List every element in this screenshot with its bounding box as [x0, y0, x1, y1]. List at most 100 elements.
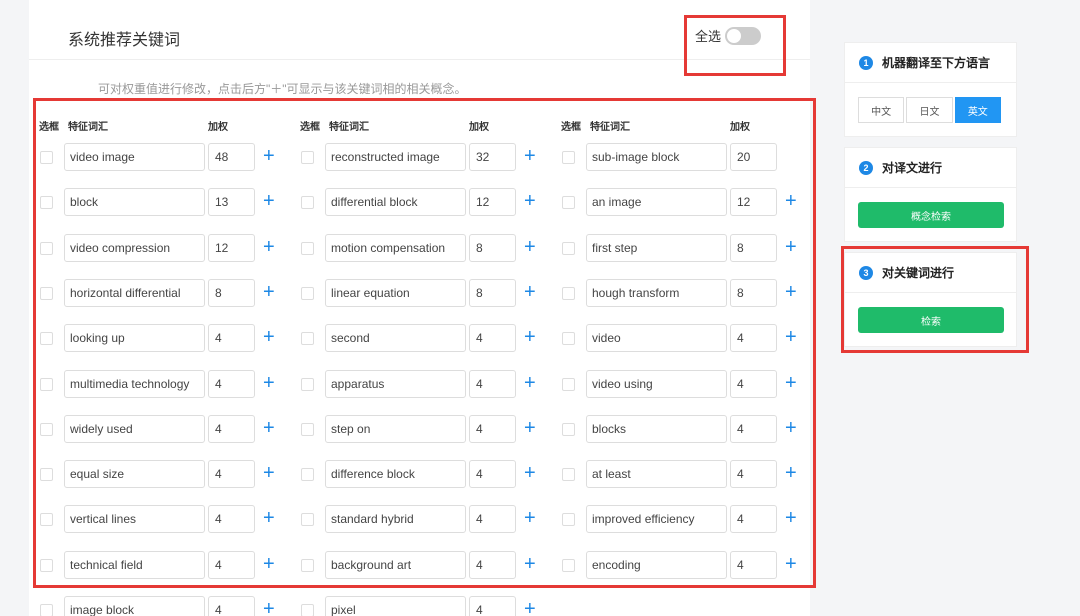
expand-plus-icon[interactable]: + [524, 508, 536, 528]
weight-input[interactable] [730, 370, 777, 398]
keyword-input[interactable] [64, 234, 205, 262]
weight-input[interactable] [730, 188, 777, 216]
weight-input[interactable] [208, 596, 255, 616]
keyword-checkbox[interactable] [301, 378, 314, 391]
keyword-input[interactable] [325, 596, 466, 616]
expand-plus-icon[interactable]: + [263, 463, 275, 483]
weight-input[interactable] [730, 415, 777, 443]
expand-plus-icon[interactable]: + [524, 554, 536, 574]
keyword-checkbox[interactable] [301, 151, 314, 164]
keyword-checkbox[interactable] [562, 196, 575, 209]
expand-plus-icon[interactable]: + [785, 237, 797, 257]
weight-input[interactable] [730, 143, 777, 171]
keyword-input[interactable] [325, 234, 466, 262]
keyword-checkbox[interactable] [562, 242, 575, 255]
weight-input[interactable] [208, 551, 255, 579]
keyword-input[interactable] [586, 234, 727, 262]
keyword-input[interactable] [64, 143, 205, 171]
keyword-input[interactable] [64, 279, 205, 307]
keyword-input[interactable] [325, 551, 466, 579]
keyword-input[interactable] [64, 370, 205, 398]
weight-input[interactable] [469, 324, 516, 352]
keyword-checkbox[interactable] [562, 378, 575, 391]
expand-plus-icon[interactable]: + [263, 282, 275, 302]
weight-input[interactable] [469, 234, 516, 262]
expand-plus-icon[interactable]: + [785, 508, 797, 528]
expand-plus-icon[interactable]: + [785, 191, 797, 211]
keyword-checkbox[interactable] [40, 151, 53, 164]
expand-plus-icon[interactable]: + [524, 373, 536, 393]
keyword-checkbox[interactable] [301, 468, 314, 481]
keyword-input[interactable] [325, 415, 466, 443]
expand-plus-icon[interactable]: + [263, 373, 275, 393]
expand-plus-icon[interactable]: + [524, 418, 536, 438]
weight-input[interactable] [208, 143, 255, 171]
expand-plus-icon[interactable]: + [785, 282, 797, 302]
weight-input[interactable] [469, 415, 516, 443]
expand-plus-icon[interactable]: + [785, 418, 797, 438]
weight-input[interactable] [469, 143, 516, 171]
keyword-checkbox[interactable] [562, 332, 575, 345]
keyword-input[interactable] [64, 188, 205, 216]
weight-input[interactable] [208, 460, 255, 488]
weight-input[interactable] [469, 551, 516, 579]
weight-input[interactable] [730, 324, 777, 352]
expand-plus-icon[interactable]: + [524, 599, 536, 616]
keyword-checkbox[interactable] [40, 332, 53, 345]
search-button[interactable]: 检索 [858, 307, 1004, 333]
keyword-input[interactable] [586, 279, 727, 307]
expand-plus-icon[interactable]: + [524, 282, 536, 302]
expand-plus-icon[interactable]: + [524, 463, 536, 483]
weight-input[interactable] [469, 460, 516, 488]
weight-input[interactable] [469, 505, 516, 533]
keyword-checkbox[interactable] [40, 196, 53, 209]
keyword-input[interactable] [64, 460, 205, 488]
lang-button-japanese[interactable]: 日文 [906, 97, 953, 123]
expand-plus-icon[interactable]: + [263, 554, 275, 574]
expand-plus-icon[interactable]: + [524, 146, 536, 166]
keyword-checkbox[interactable] [40, 423, 53, 436]
concept-search-button[interactable]: 概念检索 [858, 202, 1004, 228]
weight-input[interactable] [469, 188, 516, 216]
keyword-checkbox[interactable] [562, 468, 575, 481]
expand-plus-icon[interactable]: + [524, 327, 536, 347]
weight-input[interactable] [208, 279, 255, 307]
weight-input[interactable] [208, 234, 255, 262]
keyword-checkbox[interactable] [301, 513, 314, 526]
weight-input[interactable] [469, 279, 516, 307]
keyword-input[interactable] [586, 505, 727, 533]
keyword-checkbox[interactable] [301, 287, 314, 300]
keyword-input[interactable] [325, 460, 466, 488]
keyword-checkbox[interactable] [40, 242, 53, 255]
weight-input[interactable] [208, 370, 255, 398]
expand-plus-icon[interactable]: + [785, 373, 797, 393]
weight-input[interactable] [208, 188, 255, 216]
keyword-input[interactable] [64, 505, 205, 533]
keyword-input[interactable] [586, 188, 727, 216]
keyword-input[interactable] [64, 551, 205, 579]
keyword-checkbox[interactable] [562, 151, 575, 164]
expand-plus-icon[interactable]: + [263, 599, 275, 616]
keyword-input[interactable] [586, 460, 727, 488]
expand-plus-icon[interactable]: + [263, 146, 275, 166]
select-all-toggle[interactable] [725, 26, 762, 45]
keyword-checkbox[interactable] [40, 604, 53, 616]
keyword-checkbox[interactable] [40, 378, 53, 391]
keyword-input[interactable] [325, 143, 466, 171]
expand-plus-icon[interactable]: + [785, 554, 797, 574]
keyword-input[interactable] [586, 143, 727, 171]
keyword-input[interactable] [325, 324, 466, 352]
keyword-checkbox[interactable] [301, 196, 314, 209]
keyword-checkbox[interactable] [40, 513, 53, 526]
keyword-input[interactable] [586, 415, 727, 443]
weight-input[interactable] [730, 551, 777, 579]
expand-plus-icon[interactable]: + [785, 463, 797, 483]
expand-plus-icon[interactable]: + [263, 191, 275, 211]
weight-input[interactable] [208, 505, 255, 533]
lang-button-english[interactable]: 英文 [954, 97, 1001, 123]
keyword-checkbox[interactable] [301, 332, 314, 345]
keyword-input[interactable] [586, 324, 727, 352]
keyword-input[interactable] [325, 188, 466, 216]
weight-input[interactable] [469, 596, 516, 616]
weight-input[interactable] [730, 460, 777, 488]
